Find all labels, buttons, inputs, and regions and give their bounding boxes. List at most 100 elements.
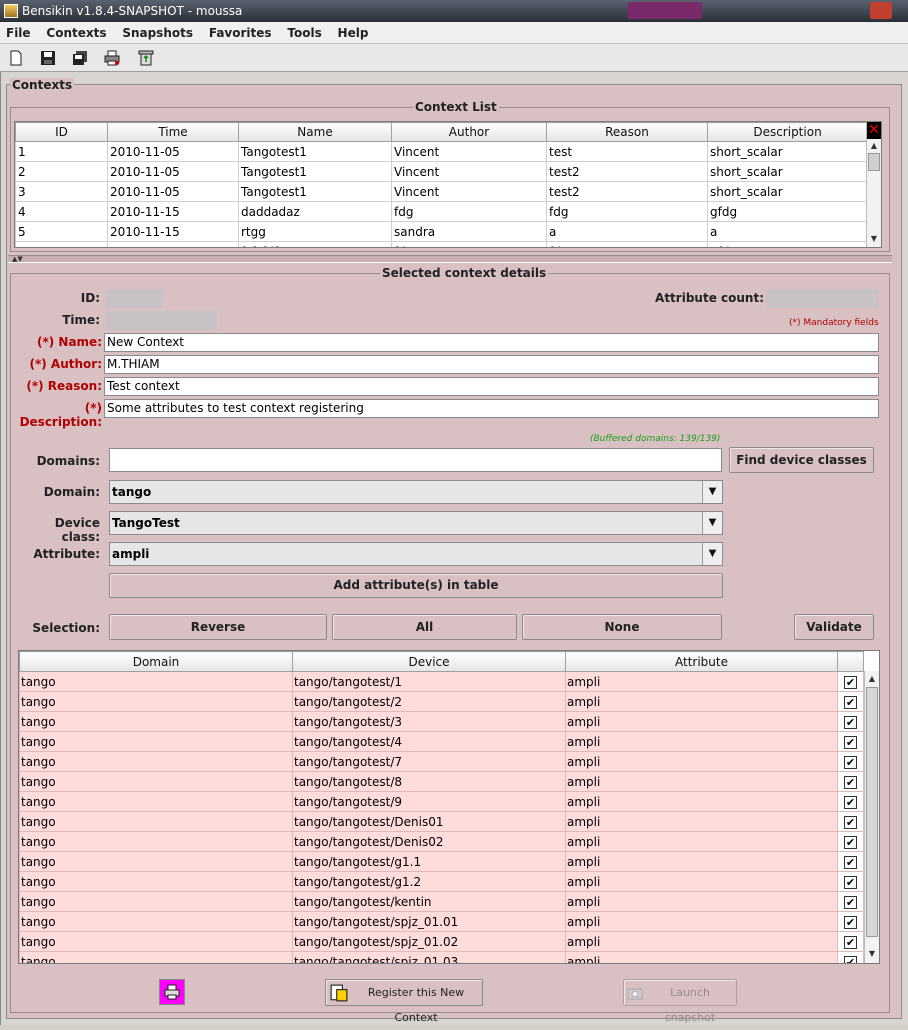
table-cell[interactable]: 2010-11-05 <box>107 141 239 162</box>
description-field[interactable]: Some attributes to test context register… <box>104 399 879 418</box>
table-cell[interactable]: fdg <box>546 241 708 247</box>
table-row[interactable]: tango tango/tangotest/2 ampli ✔ <box>19 691 864 712</box>
table-cell[interactable]: gfdg <box>707 201 868 222</box>
row-checkbox[interactable]: ✔ <box>844 855 857 869</box>
table-cell[interactable]: tango <box>19 711 293 732</box>
table-row[interactable]: tango tango/tangotest/7 ampli ✔ <box>19 751 864 772</box>
scroll-up-icon[interactable]: ▲ <box>867 674 877 684</box>
table-cell[interactable]: tango <box>19 911 293 932</box>
table-row[interactable]: 1 2010-11-05 Tangotest1 Vincent test short_sc… <box>15 141 868 162</box>
table-cell[interactable]: tango/tangotest/2 <box>292 691 566 712</box>
find-device-classes-button[interactable]: Find device classes <box>729 447 874 473</box>
table-cell[interactable]: Tangotest1 <box>238 181 392 202</box>
menu-tools[interactable]: Tools <box>281 22 327 44</box>
row-checkbox[interactable]: ✔ <box>844 835 857 849</box>
chevron-down-icon[interactable]: ▼ <box>702 543 722 565</box>
reason-field[interactable]: Test context <box>104 377 879 396</box>
table-cell[interactable]: ampli <box>565 891 838 912</box>
table-cell[interactable]: fdg <box>391 201 547 222</box>
save-all-icon[interactable] <box>72 50 88 66</box>
table-cell[interactable]: Tangotest1 <box>238 141 392 162</box>
table-cell[interactable]: a <box>546 221 708 242</box>
col-description[interactable]: Description <box>707 122 868 142</box>
save-icon[interactable] <box>40 50 56 66</box>
device-class-select[interactable]: TangoTest ▼ <box>109 511 723 535</box>
table-cell[interactable]: tango/tangotest/spjz_01.02 <box>292 931 566 952</box>
table-cell[interactable]: ampli <box>565 931 838 952</box>
table-cell[interactable]: tango <box>19 671 293 692</box>
table-cell[interactable]: rtgg <box>238 221 392 242</box>
col-attribute[interactable]: Attribute <box>565 651 838 672</box>
all-button[interactable]: All <box>332 614 517 640</box>
author-field[interactable]: M.THIAM <box>104 355 879 374</box>
table-cell[interactable]: 2010-11-05 <box>107 181 239 202</box>
register-context-button[interactable]: Register this New Context <box>325 979 483 1024</box>
table-row[interactable]: 5 2010-11-15 rtgg sandra a a <box>15 221 868 242</box>
row-checkbox[interactable]: ✔ <box>844 715 857 729</box>
table-cell[interactable]: sandra <box>391 221 547 242</box>
col-device[interactable]: Device <box>292 651 566 672</box>
table-cell[interactable]: Vincent <box>391 161 547 182</box>
row-checkbox[interactable]: ✔ <box>844 795 857 809</box>
scroll-down-icon[interactable]: ▼ <box>869 234 879 244</box>
row-checkbox[interactable]: ✔ <box>844 915 857 929</box>
table-cell[interactable]: 2010-11-15 <box>107 241 239 247</box>
table-cell[interactable]: short_scalar <box>707 141 868 162</box>
table-cell[interactable]: tango/tangotest/3 <box>292 711 566 732</box>
launch-snapshot-button[interactable]: Launch snapshot <box>623 979 737 1024</box>
table-cell[interactable]: Vincent <box>391 181 547 202</box>
scroll-thumb[interactable] <box>868 153 880 171</box>
split-divider[interactable]: ▲▼ <box>8 255 892 263</box>
table-row[interactable]: tango tango/tangotest/Denis02 ampli ✔ <box>19 831 864 852</box>
table-cell[interactable]: tango/tangotest/spjz_01.03 <box>292 951 566 963</box>
table-cell[interactable]: ampli <box>565 871 838 892</box>
row-checkbox[interactable]: ✔ <box>844 755 857 769</box>
row-checkbox[interactable]: ✔ <box>844 955 857 963</box>
table-cell[interactable]: tango/tangotest/4 <box>292 731 566 752</box>
new-file-icon[interactable] <box>8 50 24 66</box>
print-icon[interactable] <box>104 50 120 66</box>
table-row[interactable]: 62010-11-15fsfsfdffdgfdggfdg <box>15 241 868 247</box>
table-row[interactable]: 2 2010-11-05 Tangotest1 Vincent test2 short_s… <box>15 161 868 182</box>
table-cell[interactable]: tango <box>19 871 293 892</box>
table-cell[interactable]: tango/tangotest/spjz_01.01 <box>292 911 566 932</box>
recycle-bin-icon[interactable] <box>138 50 154 66</box>
table-cell[interactable]: tango <box>19 891 293 912</box>
table-cell[interactable]: ampli <box>565 771 838 792</box>
table-cell[interactable]: tango <box>19 691 293 712</box>
scroll-down-icon[interactable]: ▼ <box>867 949 877 959</box>
menu-file[interactable]: File <box>0 22 37 44</box>
table-row[interactable]: tango tango/tangotest/1 ampli ✔ <box>19 671 864 692</box>
table-row[interactable]: tango tango/tangotest/g1.2 ampli ✔ <box>19 871 864 892</box>
menu-favorites[interactable]: Favorites <box>203 22 278 44</box>
table-cell[interactable]: tango/tangotest/1 <box>292 671 566 692</box>
table-cell[interactable]: 2010-11-15 <box>107 201 239 222</box>
domains-input[interactable] <box>109 448 722 472</box>
table-cell[interactable]: a <box>707 221 868 242</box>
row-checkbox[interactable]: ✔ <box>844 815 857 829</box>
table-cell[interactable]: Vincent <box>391 141 547 162</box>
table-cell[interactable]: ampli <box>565 731 838 752</box>
table-cell[interactable]: tango <box>19 811 293 832</box>
table-cell[interactable]: tango <box>19 751 293 772</box>
table-cell[interactable]: short_scalar <box>707 161 868 182</box>
table-cell[interactable]: tango <box>19 851 293 872</box>
row-checkbox[interactable]: ✔ <box>844 895 857 909</box>
table-cell[interactable]: test2 <box>546 161 708 182</box>
menu-help[interactable]: Help <box>332 22 375 44</box>
row-checkbox[interactable]: ✔ <box>844 675 857 689</box>
table-cell[interactable]: ampli <box>565 791 838 812</box>
chevron-down-icon[interactable]: ▼ <box>702 512 722 534</box>
col-id[interactable]: ID <box>15 122 108 142</box>
print-button[interactable] <box>159 979 185 1005</box>
table-cell[interactable]: 2010-11-15 <box>107 221 239 242</box>
attribute-table-scrollbar[interactable]: ▲ ▼ <box>864 671 879 963</box>
context-table-scrollbar[interactable]: ✕ ▲ ▼ <box>866 122 881 247</box>
table-cell[interactable]: 2010-11-05 <box>107 161 239 182</box>
col-author[interactable]: Author <box>391 122 547 142</box>
domain-select[interactable]: tango ▼ <box>109 480 723 504</box>
none-button[interactable]: None <box>522 614 722 640</box>
col-select[interactable] <box>837 651 864 672</box>
table-cell[interactable]: tango/tangotest/g1.2 <box>292 871 566 892</box>
table-cell[interactable]: fdg <box>391 241 547 247</box>
